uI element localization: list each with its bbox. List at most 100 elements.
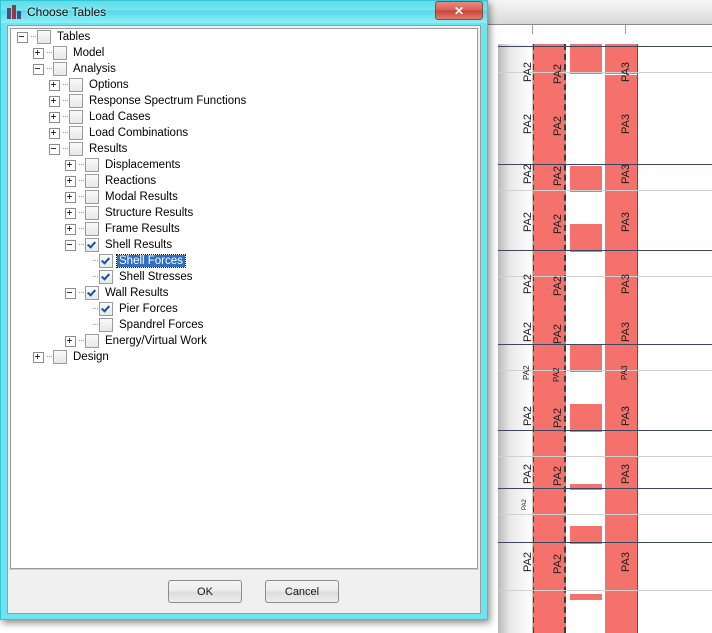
expand-plus-icon[interactable] bbox=[65, 191, 76, 203]
story-line bbox=[498, 190, 712, 191]
collapse-minus-icon[interactable] bbox=[33, 63, 44, 75]
tree-item-label: Shell Results bbox=[105, 239, 173, 251]
cancel-button[interactable]: Cancel bbox=[265, 580, 339, 603]
dialog-titlebar[interactable]: Choose Tables ✕ bbox=[1, 1, 487, 23]
tree-item-label: Model bbox=[73, 47, 105, 59]
tree-item-reactions[interactable]: Reactions bbox=[11, 173, 477, 189]
pier-label: PA2 bbox=[552, 324, 564, 344]
screen: PA2 PA2 PA2 PA2 PA2 PA2 PA2 PA2 PA2 PA2 … bbox=[0, 0, 712, 633]
expand-plus-icon[interactable] bbox=[65, 335, 76, 347]
checkbox-unchecked-icon[interactable] bbox=[53, 46, 67, 60]
tree-item-response-spectrum-functions[interactable]: Response Spectrum Functions bbox=[11, 93, 477, 109]
pier-label: PA3 bbox=[620, 552, 632, 572]
pier-label: PA2 bbox=[522, 212, 534, 232]
tree-item-spandrel-forces[interactable]: Spandrel Forces bbox=[11, 317, 477, 333]
tree-item-label: Tables bbox=[57, 31, 91, 43]
tree-item-label: Reactions bbox=[105, 175, 157, 187]
expand-plus-icon[interactable] bbox=[49, 95, 60, 107]
checkbox-unchecked-icon[interactable] bbox=[85, 222, 99, 236]
checkbox-unchecked-icon[interactable] bbox=[85, 334, 99, 348]
checkbox-unchecked-icon[interactable] bbox=[37, 30, 51, 44]
strip-gap bbox=[570, 544, 602, 594]
strip-gap bbox=[570, 74, 602, 166]
checkbox-unchecked-icon[interactable] bbox=[53, 350, 67, 364]
tree-spacer-icon bbox=[81, 273, 90, 282]
tree-item-design[interactable]: Design bbox=[11, 349, 477, 365]
tree-item-label: Analysis bbox=[73, 63, 116, 75]
pier-label: PA3 bbox=[620, 322, 632, 342]
tree-item-shell-stresses[interactable]: Shell Stresses bbox=[11, 269, 477, 285]
checkbox-unchecked-icon[interactable] bbox=[69, 94, 83, 108]
tree-item-model[interactable]: Model bbox=[11, 45, 477, 61]
tree-item-load-cases[interactable]: Load Cases bbox=[11, 109, 477, 125]
pier-label: PA2 bbox=[552, 466, 564, 486]
ok-button[interactable]: OK bbox=[168, 580, 242, 603]
tree-item-label: Options bbox=[89, 79, 129, 91]
checkbox-unchecked-icon[interactable] bbox=[85, 174, 99, 188]
tree-item-structure-results[interactable]: Structure Results bbox=[11, 205, 477, 221]
dialog-body: Tables Model Analysis Options Response Spect… bbox=[7, 25, 481, 614]
pier-label: PA2 bbox=[552, 554, 564, 574]
pier-label: PA3 bbox=[620, 212, 632, 232]
ruler-tick bbox=[532, 25, 533, 34]
pier-label: PA3 bbox=[620, 365, 629, 380]
collapse-minus-icon[interactable] bbox=[17, 31, 28, 43]
checkbox-unchecked-icon[interactable] bbox=[69, 142, 83, 156]
checkbox-unchecked-icon[interactable] bbox=[69, 110, 83, 124]
pier-label: PA2 bbox=[522, 406, 534, 426]
checkbox-checked-icon[interactable] bbox=[85, 238, 99, 252]
close-icon[interactable]: ✕ bbox=[435, 1, 483, 20]
checkbox-unchecked-icon[interactable] bbox=[85, 206, 99, 220]
collapse-minus-icon[interactable] bbox=[65, 287, 76, 299]
tree-item-options[interactable]: Options bbox=[11, 77, 477, 93]
tree-item-tables[interactable]: Tables bbox=[11, 29, 477, 45]
checkbox-checked-icon[interactable] bbox=[99, 270, 113, 284]
pier-label: PA3 bbox=[620, 164, 632, 184]
tree-item-label: Spandrel Forces bbox=[119, 319, 204, 331]
tree-item-wall-results[interactable]: Wall Results bbox=[11, 285, 477, 301]
tree-item-label: Modal Results bbox=[105, 191, 178, 203]
tree-item-shell-forces[interactable]: Shell Forces bbox=[11, 253, 477, 269]
expand-plus-icon[interactable] bbox=[65, 223, 76, 235]
checkbox-unchecked-icon[interactable] bbox=[69, 78, 83, 92]
collapse-minus-icon[interactable] bbox=[49, 143, 60, 155]
expand-plus-icon[interactable] bbox=[65, 175, 76, 187]
tables-tree[interactable]: Tables Model Analysis Options Response Spect… bbox=[10, 28, 478, 569]
tree-item-load-combinations[interactable]: Load Combinations bbox=[11, 125, 477, 141]
dialog-title: Choose Tables bbox=[27, 5, 107, 19]
checkbox-checked-icon[interactable] bbox=[85, 286, 99, 300]
tree-item-results[interactable]: Results bbox=[11, 141, 477, 157]
checkbox-checked-icon[interactable] bbox=[99, 254, 113, 268]
expand-plus-icon[interactable] bbox=[49, 111, 60, 123]
tree-item-label: Structure Results bbox=[105, 207, 194, 219]
expand-plus-icon[interactable] bbox=[33, 351, 44, 363]
tree-item-displacements[interactable]: Displacements bbox=[11, 157, 477, 173]
tree-item-analysis[interactable]: Analysis bbox=[11, 61, 477, 77]
tree-item-label: Pier Forces bbox=[119, 303, 178, 315]
checkbox-unchecked-icon[interactable] bbox=[99, 318, 113, 332]
tree-item-shell-results[interactable]: Shell Results bbox=[11, 237, 477, 253]
tree-item-label: Wall Results bbox=[105, 287, 169, 299]
checkbox-checked-icon[interactable] bbox=[99, 302, 113, 316]
dialog-button-bar: OK Cancel bbox=[9, 569, 479, 612]
tree-item-frame-results[interactable]: Frame Results bbox=[11, 221, 477, 237]
pier-label: PA3 bbox=[620, 274, 632, 294]
tree-item-energy-virtual-work[interactable]: Energy/Virtual Work bbox=[11, 333, 477, 349]
tree-spacer-icon bbox=[81, 321, 90, 330]
story-line bbox=[498, 430, 712, 431]
checkbox-unchecked-icon[interactable] bbox=[85, 158, 99, 172]
story-line bbox=[498, 344, 712, 345]
expand-plus-icon[interactable] bbox=[49, 79, 60, 91]
tree-item-pier-forces[interactable]: Pier Forces bbox=[11, 301, 477, 317]
checkbox-unchecked-icon[interactable] bbox=[53, 62, 67, 76]
checkbox-unchecked-icon[interactable] bbox=[69, 126, 83, 140]
pier-label: PA2 bbox=[522, 62, 534, 82]
expand-plus-icon[interactable] bbox=[65, 159, 76, 171]
checkbox-unchecked-icon[interactable] bbox=[85, 190, 99, 204]
tree-item-label: Shell Forces bbox=[116, 254, 186, 268]
expand-plus-icon[interactable] bbox=[65, 207, 76, 219]
expand-plus-icon[interactable] bbox=[49, 127, 60, 139]
expand-plus-icon[interactable] bbox=[33, 47, 44, 59]
tree-item-modal-results[interactable]: Modal Results bbox=[11, 189, 477, 205]
collapse-minus-icon[interactable] bbox=[65, 239, 76, 251]
